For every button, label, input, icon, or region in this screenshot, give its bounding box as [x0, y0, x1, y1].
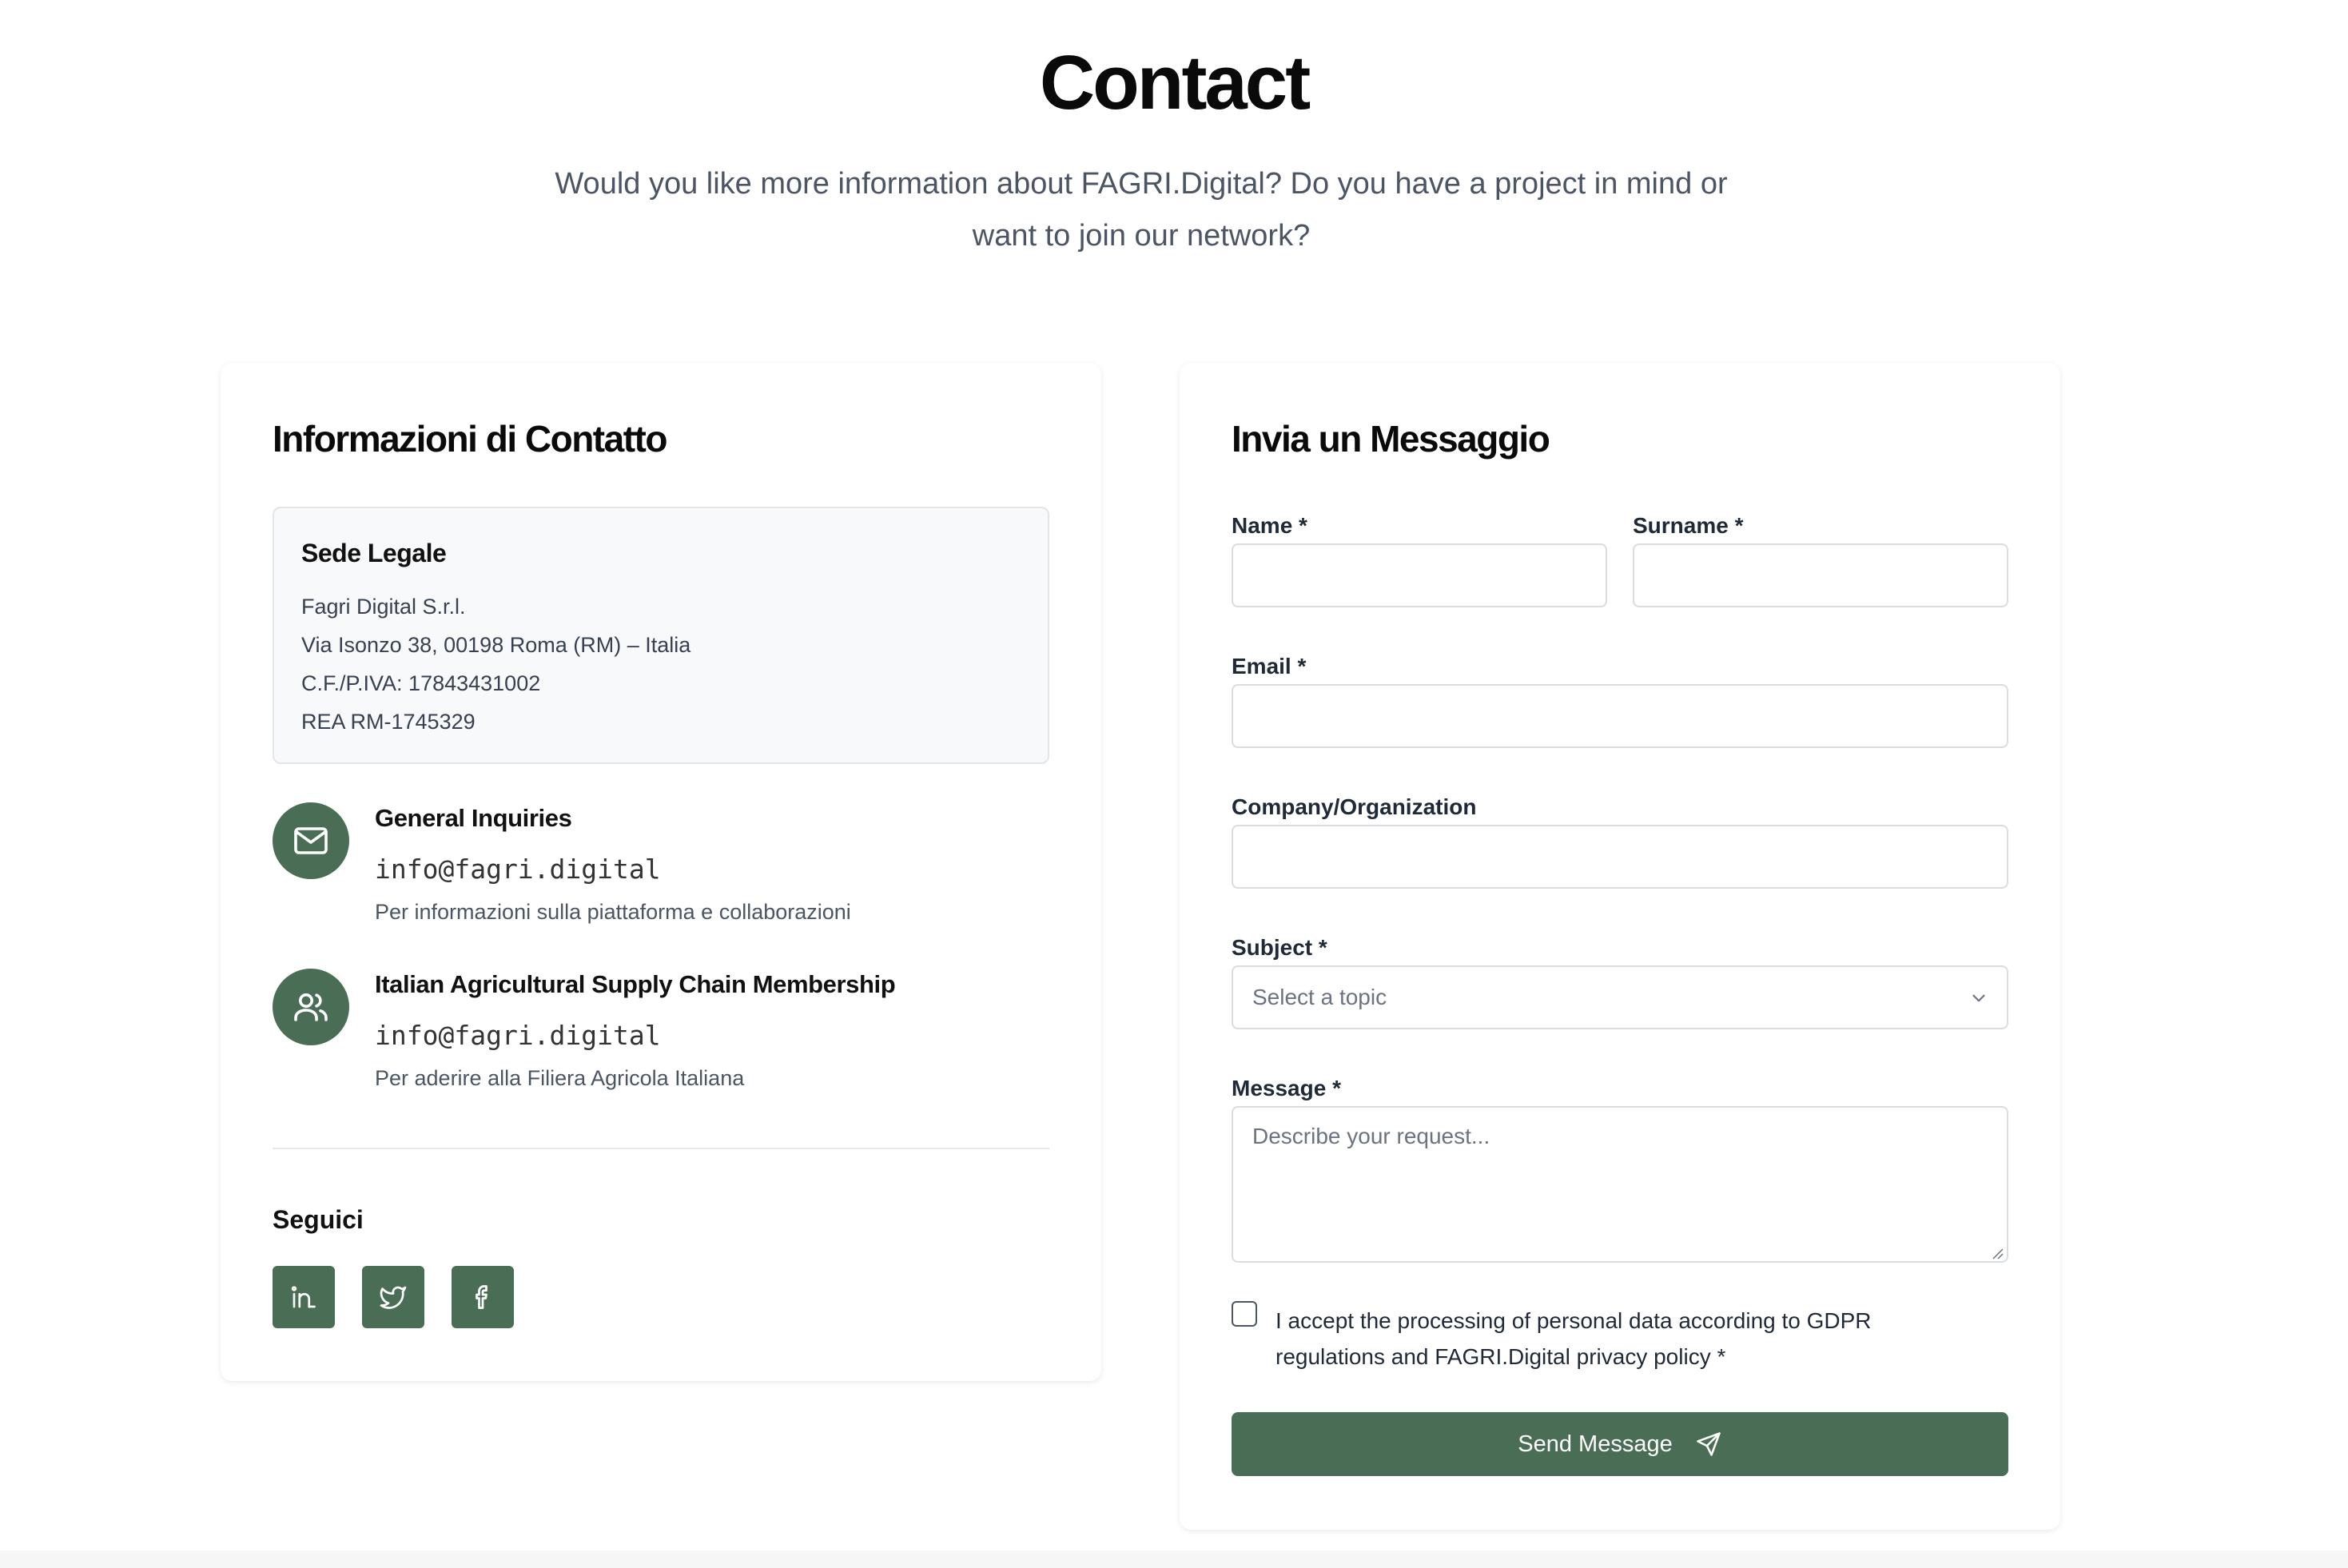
mail-icon: [273, 802, 349, 879]
company-input[interactable]: [1232, 825, 2008, 889]
send-message-button[interactable]: Send Message: [1232, 1412, 2008, 1476]
privacy-consent-line-1: I accept the processing of personal data…: [1275, 1308, 1872, 1333]
surname-input[interactable]: [1633, 543, 2008, 607]
email-label: Email *: [1232, 654, 1307, 679]
linkedin-icon[interactable]: [273, 1266, 335, 1328]
registered-office-box: Sede Legale Fagri Digital S.r.l. Via Iso…: [273, 507, 1049, 764]
contact-item-description: Per aderire alla Filiera Agricola Italia…: [375, 1066, 745, 1090]
contact-item-email[interactable]: info@fagri.digital: [375, 1020, 661, 1051]
subject-select[interactable]: Select a topic: [1232, 965, 2008, 1029]
send-icon: [1697, 1432, 1721, 1456]
contact-item-email[interactable]: info@fagri.digital: [375, 854, 661, 885]
facebook-icon[interactable]: [452, 1266, 514, 1328]
message-label: Message *: [1232, 1076, 1341, 1100]
users-icon: [273, 969, 349, 1045]
subject-select-value: Select a topic: [1252, 985, 1387, 1009]
follow-us-title: Seguici: [273, 1205, 364, 1234]
contact-info-title: Informazioni di Contatto: [273, 418, 667, 460]
name-label: Name *: [1232, 513, 1307, 538]
contact-item-general: General Inquiries info@fagri.digital Per…: [273, 802, 1049, 938]
page-subtitle: Would you like more information about FA…: [519, 158, 1763, 262]
surname-label: Surname *: [1633, 513, 1744, 538]
office-rea: REA RM-1745329: [301, 710, 476, 734]
office-company: Fagri Digital S.r.l.: [301, 595, 466, 619]
contact-item-title: General Inquiries: [375, 804, 572, 832]
contact-item-membership: Italian Agricultural Supply Chain Member…: [273, 969, 1049, 1104]
subject-label: Subject *: [1232, 935, 1327, 960]
message-form-title: Invia un Messaggio: [1232, 418, 1550, 460]
email-input[interactable]: [1232, 684, 2008, 748]
privacy-consent-checkbox[interactable]: [1232, 1301, 1257, 1327]
chevron-down-icon: [1972, 994, 1985, 1002]
send-message-label: Send Message: [1518, 1431, 1673, 1457]
twitter-icon[interactable]: [362, 1266, 424, 1328]
contact-info-card: Informazioni di Contatto Sede Legale Fag…: [221, 363, 1101, 1381]
section-divider: [273, 1148, 1049, 1149]
message-textarea[interactable]: [1232, 1106, 2008, 1263]
page-subtitle-line-2: want to join our network?: [972, 219, 1311, 253]
page-title: Contact: [1039, 40, 1311, 125]
office-title: Sede Legale: [301, 539, 447, 567]
page-footer-strip: [0, 1550, 2348, 1568]
name-input[interactable]: [1232, 543, 1607, 607]
resize-handle-icon[interactable]: [1991, 1247, 2004, 1260]
privacy-consent-line-2: regulations and FAGRI.Digital privacy po…: [1275, 1344, 1726, 1369]
privacy-consent-label: I accept the processing of personal data…: [1275, 1303, 1979, 1375]
page-subtitle-line-1: Would you like more information about FA…: [555, 167, 1728, 201]
contact-item-description: Per informazioni sulla piattaforma e col…: [375, 900, 851, 924]
office-address: Via Isonzo 38, 00198 Roma (RM) – Italia: [301, 633, 691, 657]
contact-item-title: Italian Agricultural Supply Chain Member…: [375, 970, 896, 998]
message-form-card: Invia un Messaggio Name * Surname * Emai…: [1180, 363, 2060, 1530]
office-tax-id: C.F./P.IVA: 17843431002: [301, 671, 541, 695]
company-label: Company/Organization: [1232, 794, 1477, 819]
contact-page: Contact Would you like more information …: [0, 0, 2348, 1568]
